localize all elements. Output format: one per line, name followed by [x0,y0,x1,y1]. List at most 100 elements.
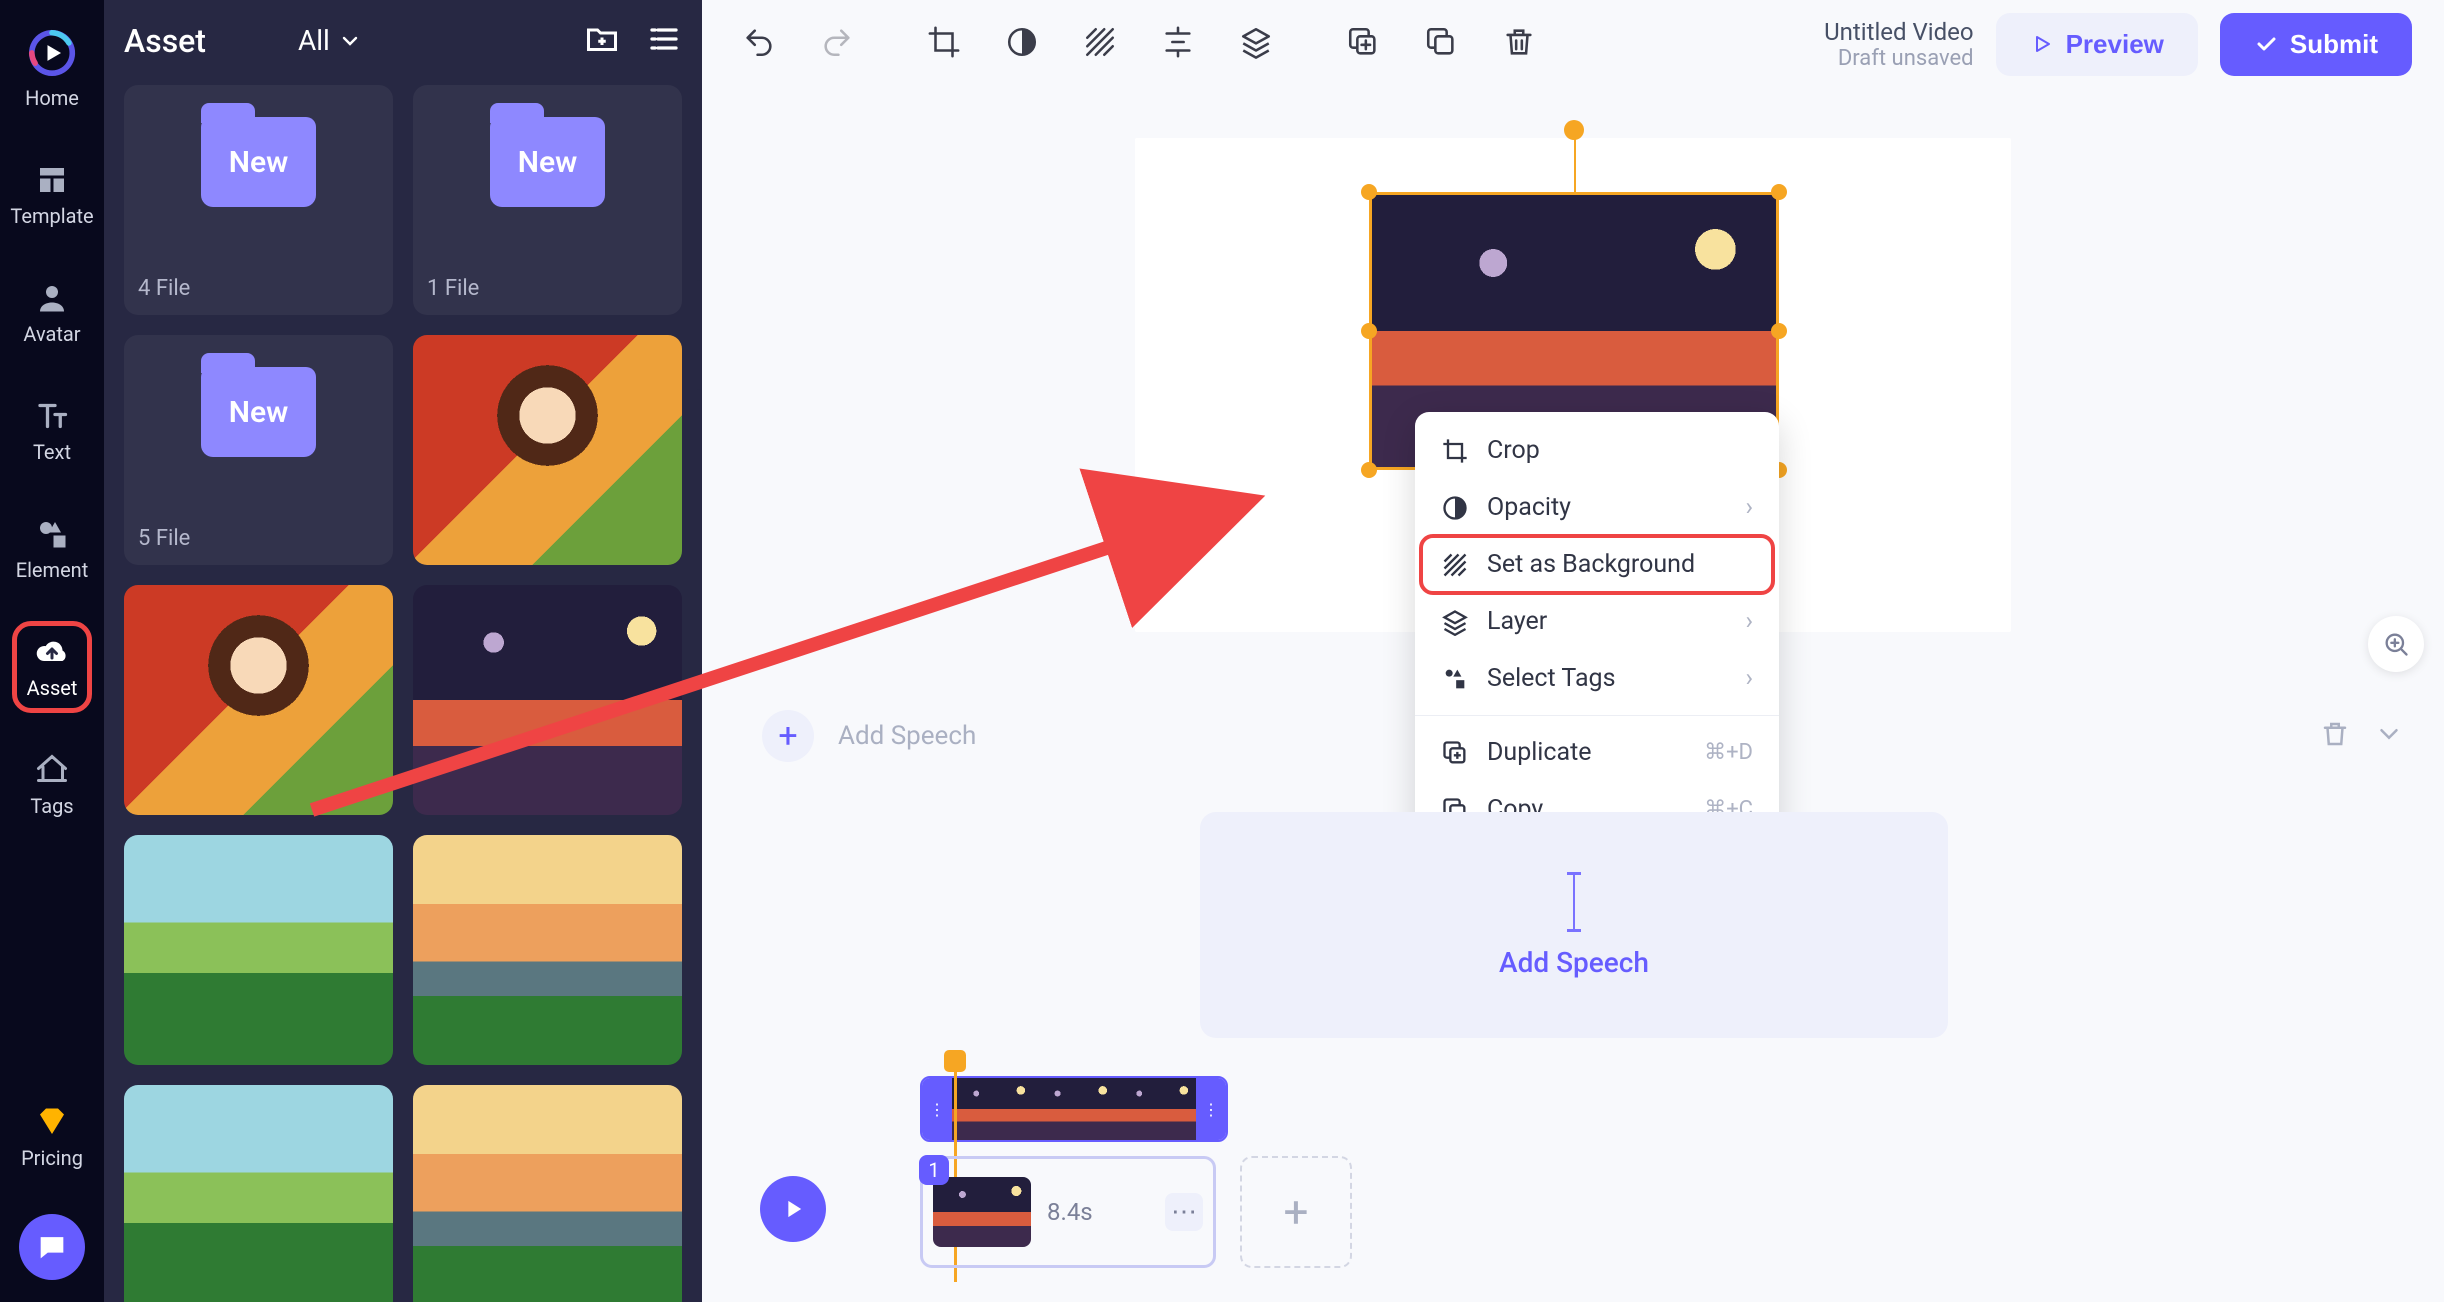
asset-filter-label: All [298,24,330,57]
asset-image[interactable] [413,585,682,815]
add-speech-card[interactable]: Add Speech [1200,812,1948,1038]
nav-element-label: Element [16,558,89,582]
resize-handle[interactable] [1361,184,1377,200]
logo-icon [25,26,79,80]
nav-tags[interactable]: Tags [20,744,83,826]
chevron-down-icon [2374,719,2404,749]
asset-image[interactable] [124,1085,393,1302]
new-folder-button[interactable] [584,21,620,61]
align-icon [1161,25,1195,59]
trash-icon [2320,719,2350,749]
diagonal-lines-icon [1441,551,1469,579]
clip-handle-right[interactable]: ⋮ [1196,1078,1226,1140]
redo-button[interactable] [812,17,862,71]
check-icon [2254,32,2278,56]
undo-icon [742,25,776,59]
scene-card[interactable]: 1 8.4s ⋯ [920,1156,1216,1268]
collapse-speech-button[interactable] [2374,719,2404,753]
project-title: Untitled Video [1824,18,1973,46]
speech-bar: + Add Speech [762,710,2404,762]
redo-icon [820,25,854,59]
ctx-set-as-background[interactable]: Set as Background [1423,538,1771,591]
project-title-block[interactable]: Untitled Video Draft unsaved [1824,18,1973,71]
rotate-handle[interactable] [1564,120,1584,140]
asset-folder[interactable]: New 5 File [124,335,393,565]
upload-cloud-icon [34,634,70,670]
delete-speech-button[interactable] [2320,719,2350,753]
chat-icon [35,1230,69,1264]
resize-handle[interactable] [1771,323,1787,339]
ctx-layer[interactable]: Layer › [1415,593,1779,650]
layer-button[interactable] [1231,17,1281,71]
asset-folder[interactable]: New 4 File [124,85,393,315]
asset-panel: Asset All New 4 File New 1 File New 5 Fi… [104,0,702,1302]
folder-plus-icon [584,21,620,57]
align-button[interactable] [1153,17,1203,71]
scene-more-button[interactable]: ⋯ [1165,1193,1203,1231]
resize-handle[interactable] [1771,184,1787,200]
layers-icon [1441,608,1469,636]
nav-asset[interactable]: Asset [17,626,88,708]
timeline-clip[interactable]: ⋮ ⋮ [920,1076,1228,1142]
play-outline-icon [2030,32,2054,56]
avatar-icon [34,280,70,316]
nav-template[interactable]: Template [0,154,103,236]
resize-handle[interactable] [1361,323,1377,339]
nav-home-label: Home [25,86,79,110]
divider-icon [1573,872,1575,932]
asset-image[interactable] [413,335,682,565]
clip-handle-left[interactable]: ⋮ [922,1078,952,1140]
asset-header: Asset All [124,18,682,63]
speech-placeholder: Add Speech [838,721,976,751]
ctx-crop[interactable]: Crop [1415,422,1779,479]
opacity-icon [1005,25,1039,59]
logo-home[interactable]: Home [15,18,89,118]
duplicate-button[interactable] [1338,17,1388,71]
nav-pricing[interactable]: Pricing [11,1096,93,1178]
copy-icon [1424,25,1458,59]
ctx-opacity[interactable]: Opacity › [1415,479,1779,536]
resize-handle[interactable] [1361,462,1377,478]
nav-avatar[interactable]: Avatar [13,272,90,354]
add-speech-icon-button[interactable]: + [762,710,814,762]
asset-grid: New 4 File New 1 File New 5 File [124,85,682,1302]
canvas-stage[interactable]: Crop Opacity › Set as Background Layer ›… [1135,138,2011,632]
nav-element[interactable]: Element [6,508,99,590]
ctx-select-tags[interactable]: Select Tags › [1415,650,1779,707]
folder-icon: New [201,117,316,207]
chevron-right-icon: › [1745,493,1753,522]
add-scene-button[interactable]: + [1240,1156,1352,1268]
crop-button[interactable] [919,17,969,71]
nav-asset-label: Asset [27,676,78,700]
asset-image[interactable] [413,835,682,1065]
chevron-right-icon: › [1745,664,1753,693]
folder-icon: New [490,117,605,207]
layers-icon [1239,25,1273,59]
asset-folder[interactable]: New 1 File [413,85,682,315]
asset-image[interactable] [124,835,393,1065]
set-background-button[interactable] [1075,17,1125,71]
chevron-right-icon: › [1745,607,1753,636]
copy-button[interactable] [1416,17,1466,71]
play-button[interactable] [760,1176,826,1242]
submit-button[interactable]: Submit [2220,13,2412,76]
template-icon [34,162,70,198]
diamond-icon [34,1104,70,1140]
preview-button[interactable]: Preview [1996,13,2198,76]
asset-image[interactable] [124,585,393,815]
undo-button[interactable] [734,17,784,71]
zoom-button[interactable] [2368,616,2424,672]
folder-meta: 4 File [138,276,379,301]
delete-button[interactable] [1494,17,1544,71]
nav-text-label: Text [33,440,71,464]
asset-filter[interactable]: All [284,18,376,63]
crop-icon [1441,437,1469,465]
nav-text[interactable]: Text [23,390,81,472]
list-view-button[interactable] [646,21,682,61]
chat-fab[interactable] [19,1214,85,1280]
top-toolbar: Untitled Video Draft unsaved Preview Sub… [702,0,2444,88]
asset-image[interactable] [413,1085,682,1302]
opacity-button[interactable] [997,17,1047,71]
folder-meta: 5 File [138,526,379,551]
zoom-in-icon [2382,630,2410,658]
